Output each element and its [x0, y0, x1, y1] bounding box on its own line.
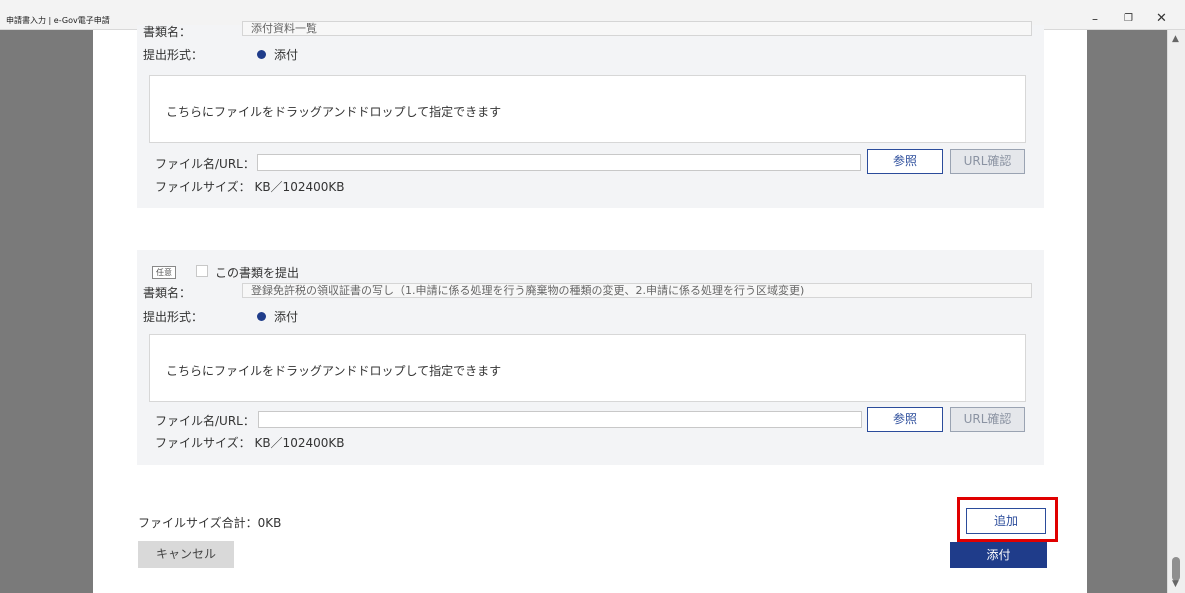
vertical-scrollbar[interactable]: ▲ ▼ [1167, 30, 1185, 593]
browse-button[interactable]: 参照 [867, 149, 943, 174]
close-icon[interactable]: ✕ [1156, 12, 1167, 25]
right-gutter [1087, 30, 1167, 593]
url-check-button[interactable]: URL確認 [950, 407, 1025, 432]
attach-button[interactable]: 添付 [950, 542, 1047, 568]
doc-name-label: 書類名： [143, 286, 192, 300]
attach-radio-label: 添付 [274, 48, 299, 62]
file-size-text: ファイルサイズ： KB／102400KB [155, 436, 345, 450]
optional-tag: 任意 [152, 266, 176, 279]
attach-radio-label: 添付 [274, 310, 299, 324]
file-drop-zone[interactable]: こちらにファイルをドラッグアンドドロップして指定できます [149, 75, 1026, 143]
total-file-size: ファイルサイズ合計：0KB [138, 516, 282, 530]
cancel-button[interactable]: キャンセル [138, 541, 234, 568]
submit-format-label: 提出形式： [143, 48, 204, 62]
attachment-section-2: 任意 この書類を提出 書類名： 登録免許税の領収証書の写し（1.申請に係る処理を… [137, 250, 1044, 465]
file-drop-zone[interactable]: こちらにファイルをドラッグアンドドロップして指定できます [149, 334, 1026, 402]
submit-document-label: この書類を提出 [215, 266, 300, 280]
highlight-box [957, 497, 1058, 542]
file-url-label: ファイル名/URL： [155, 414, 255, 428]
attachment-section-1: 書類名： 添付資料一覧 提出形式： 添付 こちらにファイルをドラッグアンドドロッ… [137, 21, 1044, 208]
drop-zone-text: こちらにファイルをドラッグアンドドロップして指定できます [166, 364, 502, 378]
window-title: 申請書入力 | e-Gov電子申請 [6, 16, 110, 25]
doc-name-value: 登録免許税の領収証書の写し（1.申請に係る処理を行う廃棄物の種類の変更、2.申請… [242, 283, 1032, 298]
url-check-button[interactable]: URL確認 [950, 149, 1025, 174]
minimize-button[interactable]: – [1092, 13, 1098, 25]
scroll-down-icon[interactable]: ▼ [1172, 579, 1179, 589]
submit-document-checkbox[interactable] [196, 265, 208, 277]
doc-name-label: 書類名： [143, 25, 192, 39]
drop-zone-text: こちらにファイルをドラッグアンドドロップして指定できます [166, 105, 502, 119]
file-url-input[interactable] [258, 411, 862, 428]
scrollbar-thumb[interactable] [1172, 557, 1180, 581]
attach-radio[interactable] [257, 312, 266, 321]
form-page: 書類名： 添付資料一覧 提出形式： 添付 こちらにファイルをドラッグアンドドロッ… [93, 21, 1087, 593]
doc-name-value: 添付資料一覧 [242, 21, 1032, 36]
submit-format-label: 提出形式： [143, 310, 204, 324]
file-url-input[interactable] [257, 154, 861, 171]
file-url-label: ファイル名/URL： [155, 157, 255, 171]
restore-icon[interactable]: ❐ [1124, 13, 1133, 25]
left-gutter [0, 30, 93, 593]
attach-radio[interactable] [257, 50, 266, 59]
file-size-text: ファイルサイズ： KB／102400KB [155, 180, 345, 194]
scroll-up-icon[interactable]: ▲ [1172, 34, 1179, 44]
browse-button[interactable]: 参照 [867, 407, 943, 432]
